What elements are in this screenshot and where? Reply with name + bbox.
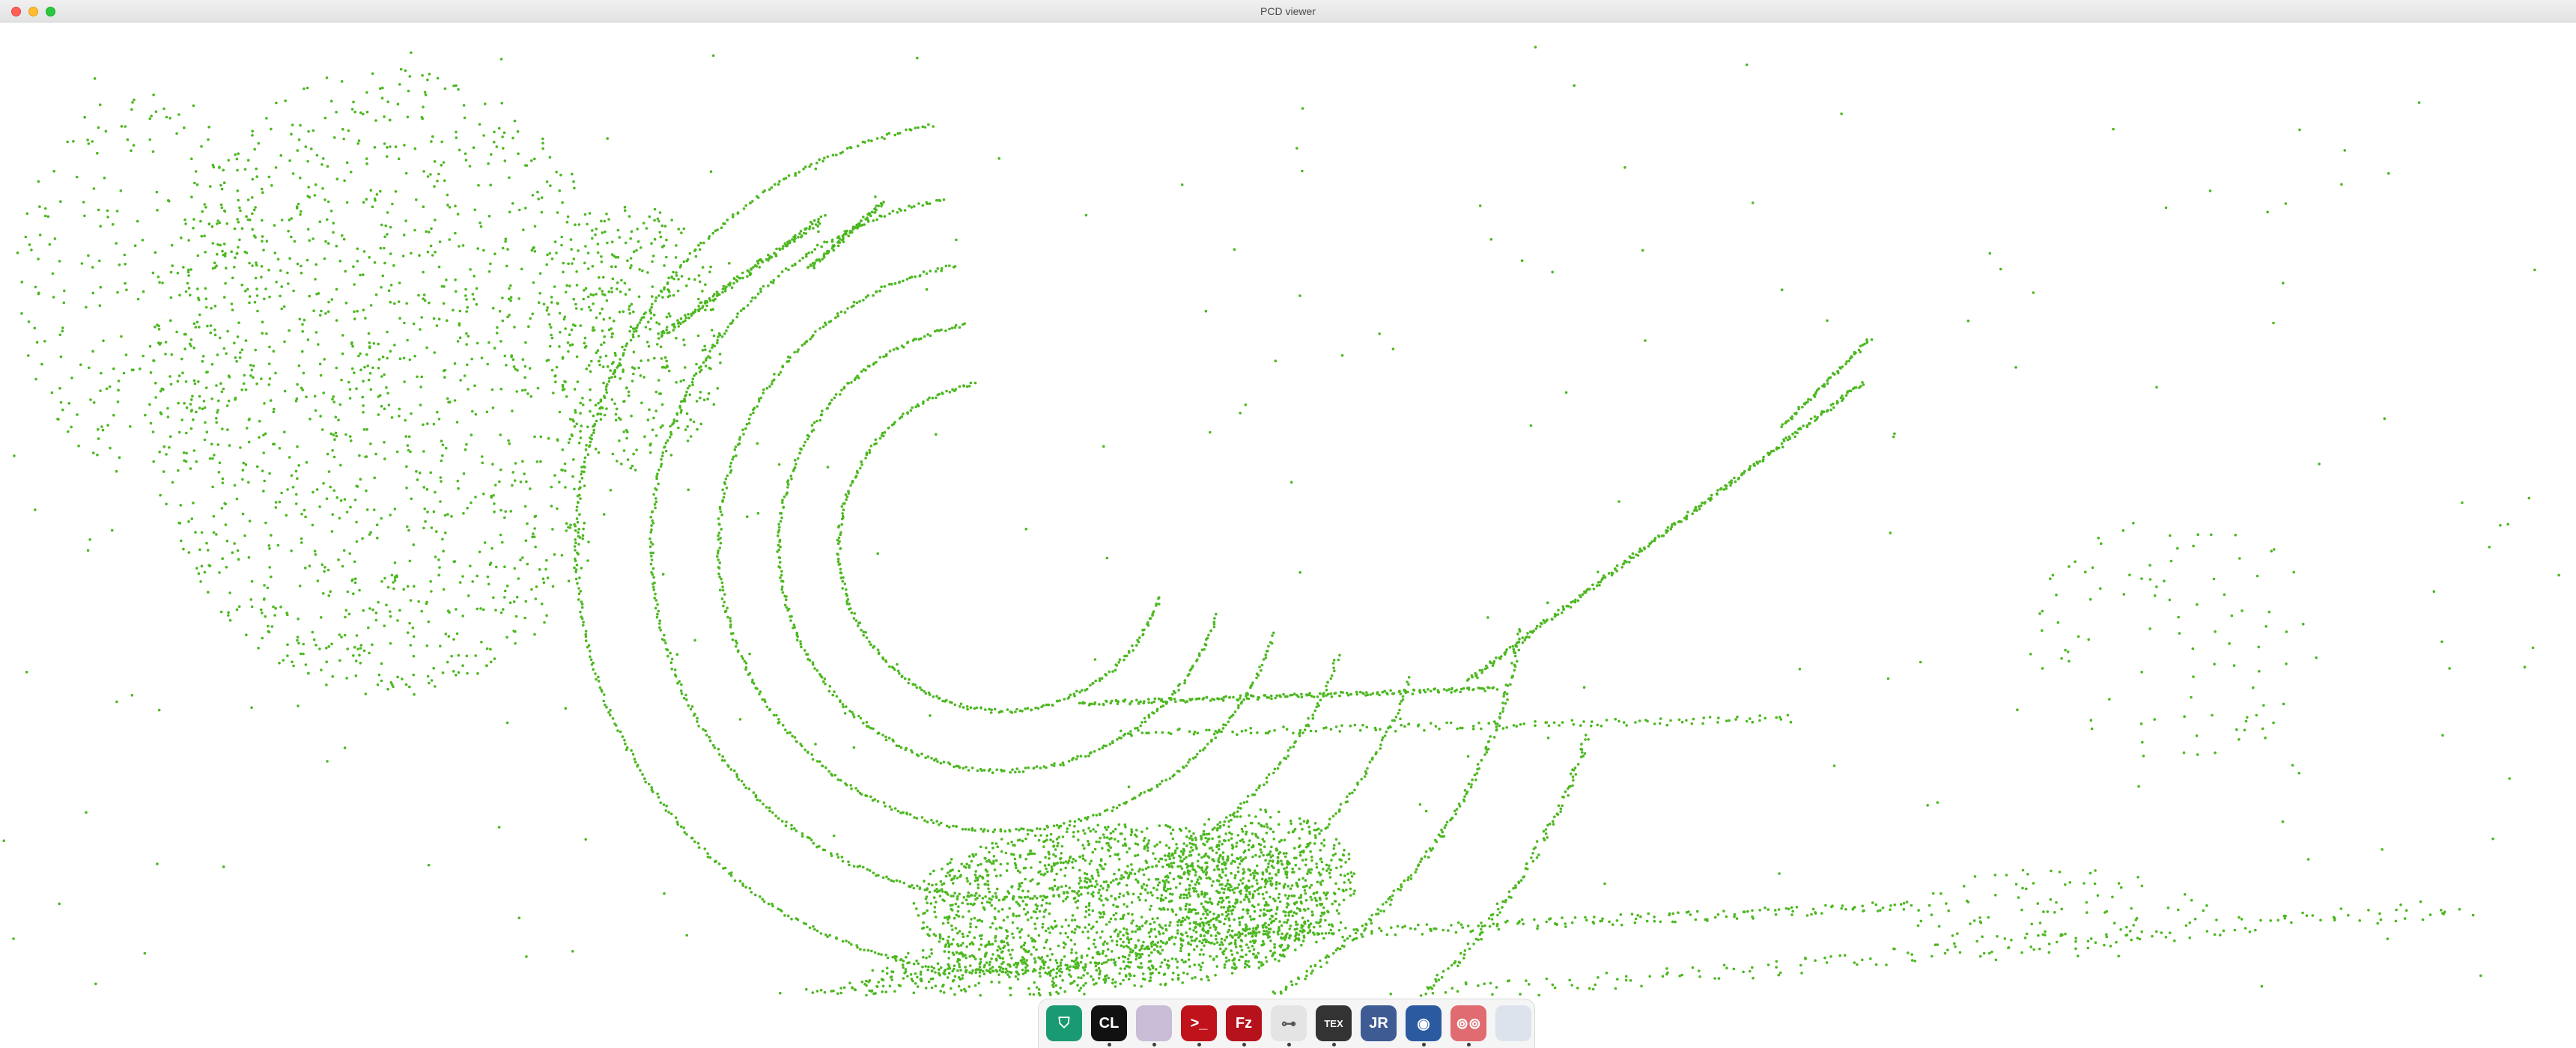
folder-icon[interactable] bbox=[1136, 1005, 1172, 1041]
running-indicator bbox=[1467, 1043, 1471, 1047]
running-indicator bbox=[1108, 1043, 1111, 1047]
point-cloud-viewport[interactable] bbox=[0, 22, 2576, 1048]
running-indicator bbox=[1152, 1043, 1156, 1047]
screenshot-icon[interactable]: ◉ bbox=[1406, 1005, 1442, 1041]
clion-icon[interactable]: CL bbox=[1091, 1005, 1127, 1041]
switch-settings-icon[interactable]: ⊶ bbox=[1271, 1005, 1307, 1041]
running-indicator bbox=[1197, 1043, 1201, 1047]
reader-icon[interactable]: ⊚⊚ bbox=[1450, 1005, 1486, 1041]
running-indicator bbox=[1287, 1043, 1291, 1047]
dock: ⛉ CL >_ Fz ⊶ TEX JR ◉ ⊚⊚ bbox=[1038, 999, 1535, 1048]
window-titlebar[interactable]: PCD viewer bbox=[0, 0, 2576, 22]
point-cloud-canvas[interactable] bbox=[0, 22, 2576, 1048]
running-indicator bbox=[1422, 1043, 1426, 1047]
running-indicator bbox=[1332, 1043, 1336, 1047]
terminal-icon[interactable]: >_ bbox=[1181, 1005, 1217, 1041]
window-icon[interactable] bbox=[1495, 1005, 1531, 1041]
window-title: PCD viewer bbox=[1260, 5, 1316, 17]
filezilla-icon[interactable]: Fz bbox=[1226, 1005, 1262, 1041]
running-indicator bbox=[1242, 1043, 1246, 1047]
tex-icon[interactable]: TEX bbox=[1316, 1005, 1352, 1041]
vpn-app-icon[interactable]: ⛉ bbox=[1046, 1005, 1082, 1041]
jabref-icon[interactable]: JR bbox=[1361, 1005, 1397, 1041]
